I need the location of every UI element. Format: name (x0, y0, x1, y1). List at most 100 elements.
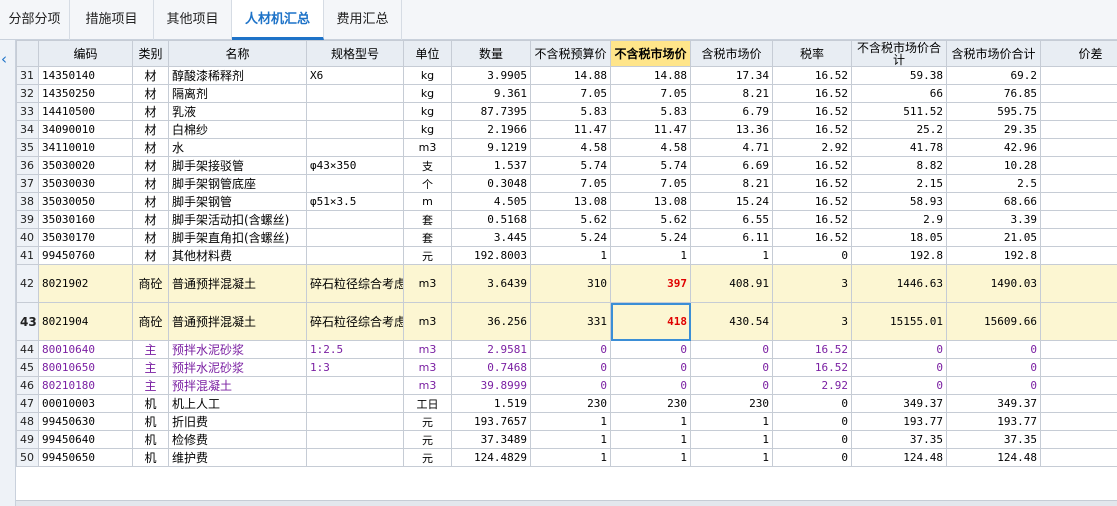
cell-budget[interactable]: 331 (530, 302, 611, 341)
cell-type[interactable]: 材 (132, 102, 169, 121)
cell-type[interactable]: 材 (132, 192, 169, 211)
cell-code[interactable]: 99450630 (38, 412, 133, 431)
cell-taxtotal[interactable]: 595.75 (946, 102, 1041, 121)
cell-diff[interactable]: 0 (1040, 412, 1117, 431)
cell-qty[interactable]: 1.537 (451, 156, 531, 175)
cell-unit[interactable]: m (403, 192, 452, 211)
table-row[interactable]: 4680210180主预拌混凝土m339.89990002.92000 (16, 376, 1117, 395)
cell-rate[interactable]: 16.52 (772, 358, 852, 377)
cell-code[interactable]: 34090010 (38, 120, 133, 139)
table-row[interactable]: 38 35030050 材脚手架钢管 φ51×3.5 m 4.505 13.08 13.08 1… (16, 192, 1117, 211)
cell-name[interactable]: 醇酸漆稀释剂 (168, 66, 307, 85)
cell-type[interactable]: 商砼 (132, 264, 169, 303)
cell-spec[interactable] (306, 246, 404, 265)
cell-diff[interactable]: 0 (1040, 102, 1117, 121)
cell-taxtotal[interactable]: 192.8 (946, 246, 1041, 265)
cell-total[interactable]: 2.9 (851, 210, 947, 229)
cell-taxtotal[interactable]: 42.96 (946, 138, 1041, 157)
col-header-diff[interactable]: 价差 (1040, 40, 1117, 67)
cell-type[interactable]: 主 (132, 376, 169, 395)
cell-type[interactable]: 机 (132, 448, 169, 467)
cell-code[interactable]: 8021902 (38, 264, 133, 303)
cell-diff[interactable]: 0 (1040, 228, 1117, 247)
cell-taxtotal[interactable]: 29.35 (946, 120, 1041, 139)
tab-cuoshi[interactable]: 措施项目 (70, 0, 154, 40)
cell-total[interactable]: 511.52 (851, 102, 947, 121)
cell-code[interactable]: 00010003 (38, 394, 133, 413)
cell-qty[interactable]: 1.519 (451, 394, 531, 413)
cell-rate[interactable]: 16.52 (772, 340, 852, 359)
cell-rate[interactable]: 16.52 (772, 174, 852, 193)
cell-taxmarket[interactable]: 0 (690, 358, 773, 377)
cell-market[interactable]: 0 (610, 358, 691, 377)
cell-rate[interactable]: 2.92 (772, 138, 852, 157)
cell-taxmarket[interactable]: 13.36 (690, 120, 773, 139)
cell-taxtotal[interactable]: 0 (946, 376, 1041, 395)
cell-qty[interactable]: 2.1966 (451, 120, 531, 139)
cell-taxtotal[interactable]: 193.77 (946, 412, 1041, 431)
cell-diff[interactable]: 0 (1040, 394, 1117, 413)
cell-diff[interactable]: 0 (1040, 84, 1117, 103)
cell-type[interactable]: 材 (132, 138, 169, 157)
cell-taxmarket[interactable]: 8.21 (690, 84, 773, 103)
cell-market[interactable]: 7.05 (610, 174, 691, 193)
cell-spec[interactable] (306, 210, 404, 229)
cell-qty[interactable]: 3.9905 (451, 66, 531, 85)
cell-rate[interactable]: 3 (772, 302, 852, 341)
cell-qty[interactable]: 39.8999 (451, 376, 531, 395)
cell-diff[interactable]: 87 (1040, 302, 1117, 341)
cell-name[interactable]: 其他材料费 (168, 246, 307, 265)
cell-taxtotal[interactable]: 10.28 (946, 156, 1041, 175)
cell-rate[interactable]: 2.92 (772, 376, 852, 395)
cell-spec[interactable]: X6 (306, 66, 404, 85)
tab-rencaiji[interactable]: 人材机汇总 (232, 0, 324, 40)
cell-rate[interactable]: 16.52 (772, 210, 852, 229)
cell-unit[interactable]: kg (403, 84, 452, 103)
cell-rate[interactable]: 0 (772, 430, 852, 449)
cell-code[interactable]: 99450760 (38, 246, 133, 265)
cell-total[interactable]: 193.77 (851, 412, 947, 431)
cell-name[interactable]: 隔离剂 (168, 84, 307, 103)
cell-qty[interactable]: 2.9581 (451, 340, 531, 359)
cell-diff[interactable]: 0 (1040, 138, 1117, 157)
cell-qty[interactable]: 87.7395 (451, 102, 531, 121)
cell-diff[interactable]: 0 (1040, 340, 1117, 359)
cell-market[interactable]: 5.62 (610, 210, 691, 229)
cell-qty[interactable]: 0.3048 (451, 174, 531, 193)
cell-total[interactable]: 41.78 (851, 138, 947, 157)
cell-code[interactable]: 35030030 (38, 174, 133, 193)
table-row[interactable]: 31 14350140 材醇酸漆稀释剂 X6 kg 3.9905 14.88 14.88 17.… (16, 66, 1117, 85)
cell-qty[interactable]: 124.4829 (451, 448, 531, 467)
cell-spec[interactable] (306, 120, 404, 139)
cell-market[interactable]: 0 (610, 376, 691, 395)
cell-taxtotal[interactable]: 0 (946, 340, 1041, 359)
cell-diff[interactable]: 0 (1040, 376, 1117, 395)
cell-type[interactable]: 材 (132, 174, 169, 193)
cell-code[interactable]: 35030160 (38, 210, 133, 229)
cell-name[interactable]: 检修费 (168, 430, 307, 449)
table-row[interactable]: 39 35030160 材脚手架活动扣(含螺丝) 套 0.5168 5.62 5.62 6.5… (16, 210, 1117, 229)
cell-taxtotal[interactable]: 3.39 (946, 210, 1041, 229)
cell-code[interactable]: 99450650 (38, 448, 133, 467)
cell-taxtotal[interactable]: 68.66 (946, 192, 1041, 211)
cell-name[interactable]: 脚手架接驳管 (168, 156, 307, 175)
cell-qty[interactable]: 37.3489 (451, 430, 531, 449)
cell-qty[interactable]: 193.7657 (451, 412, 531, 431)
cell-taxmarket[interactable]: 15.24 (690, 192, 773, 211)
cell-rate[interactable]: 3 (772, 264, 852, 303)
cell-rate[interactable]: 0 (772, 412, 852, 431)
cell-spec[interactable] (306, 376, 404, 395)
cell-taxmarket[interactable]: 6.69 (690, 156, 773, 175)
cell-market[interactable]: 1 (610, 430, 691, 449)
cell-rate[interactable]: 16.52 (772, 102, 852, 121)
cell-name[interactable]: 机上人工 (168, 394, 307, 413)
tab-feiyong[interactable]: 费用汇总 (324, 0, 402, 40)
cell-rate[interactable]: 16.52 (772, 156, 852, 175)
cell-budget[interactable]: 310 (530, 264, 611, 303)
cell-code[interactable]: 34110010 (38, 138, 133, 157)
cell-market[interactable]: 0 (610, 340, 691, 359)
cell-budget[interactable]: 1 (530, 412, 611, 431)
cell-name[interactable]: 折旧费 (168, 412, 307, 431)
cell-type[interactable]: 材 (132, 66, 169, 85)
cell-qty[interactable]: 4.505 (451, 192, 531, 211)
